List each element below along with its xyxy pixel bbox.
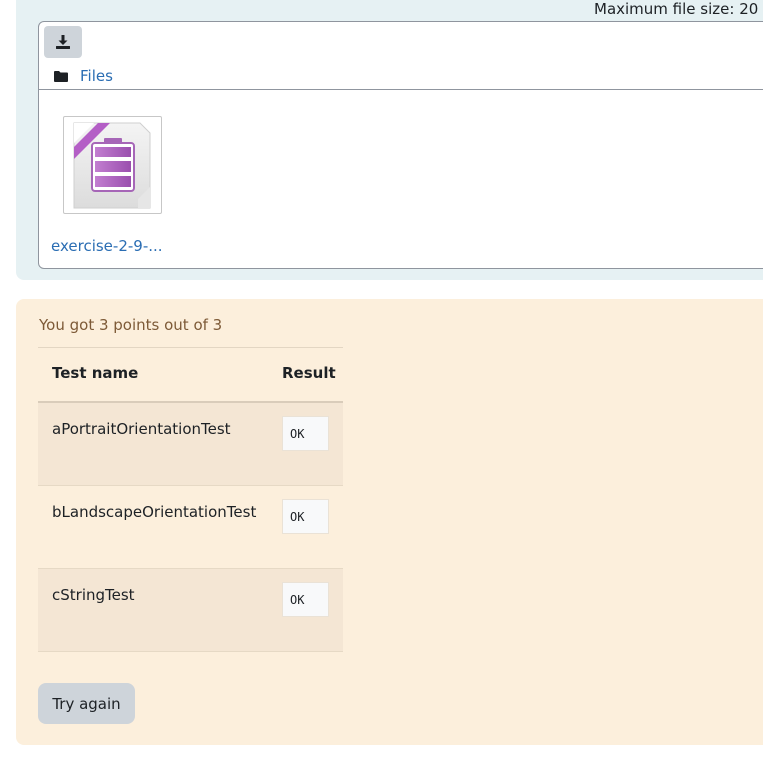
result-cell: OK xyxy=(282,416,329,451)
table-header-row: Test name Result xyxy=(38,347,343,403)
file-thumbnail[interactable] xyxy=(63,116,162,214)
table-row: cStringTest OK xyxy=(38,569,343,652)
score-summary: You got 3 points out of 3 xyxy=(39,316,223,334)
download-icon xyxy=(56,35,70,49)
files-folder-link[interactable]: Files xyxy=(80,66,113,86)
folder-icon xyxy=(54,71,68,82)
test-name-cell: bLandscapeOrientationTest xyxy=(52,503,257,521)
max-file-size-label: Maximum file size: 20 N xyxy=(594,0,763,18)
breadcrumb: Files xyxy=(54,66,113,86)
column-header-result: Result xyxy=(282,364,336,382)
table-row: bLandscapeOrientationTest OK xyxy=(38,486,343,569)
archive-file-icon xyxy=(73,122,151,209)
result-cell: OK xyxy=(282,582,329,617)
test-name-cell: cStringTest xyxy=(52,586,135,604)
test-results-table: Test name Result aPortraitOrientationTes… xyxy=(38,347,343,652)
file-name-link[interactable]: exercise-2-9-... xyxy=(51,237,163,255)
file-manager-divider xyxy=(39,89,763,90)
result-cell: OK xyxy=(282,499,329,534)
column-header-test-name: Test name xyxy=(52,364,139,382)
table-row: aPortraitOrientationTest OK xyxy=(38,403,343,486)
download-all-button[interactable] xyxy=(44,26,82,58)
try-again-button[interactable]: Try again xyxy=(38,683,135,724)
test-name-cell: aPortraitOrientationTest xyxy=(52,420,231,438)
